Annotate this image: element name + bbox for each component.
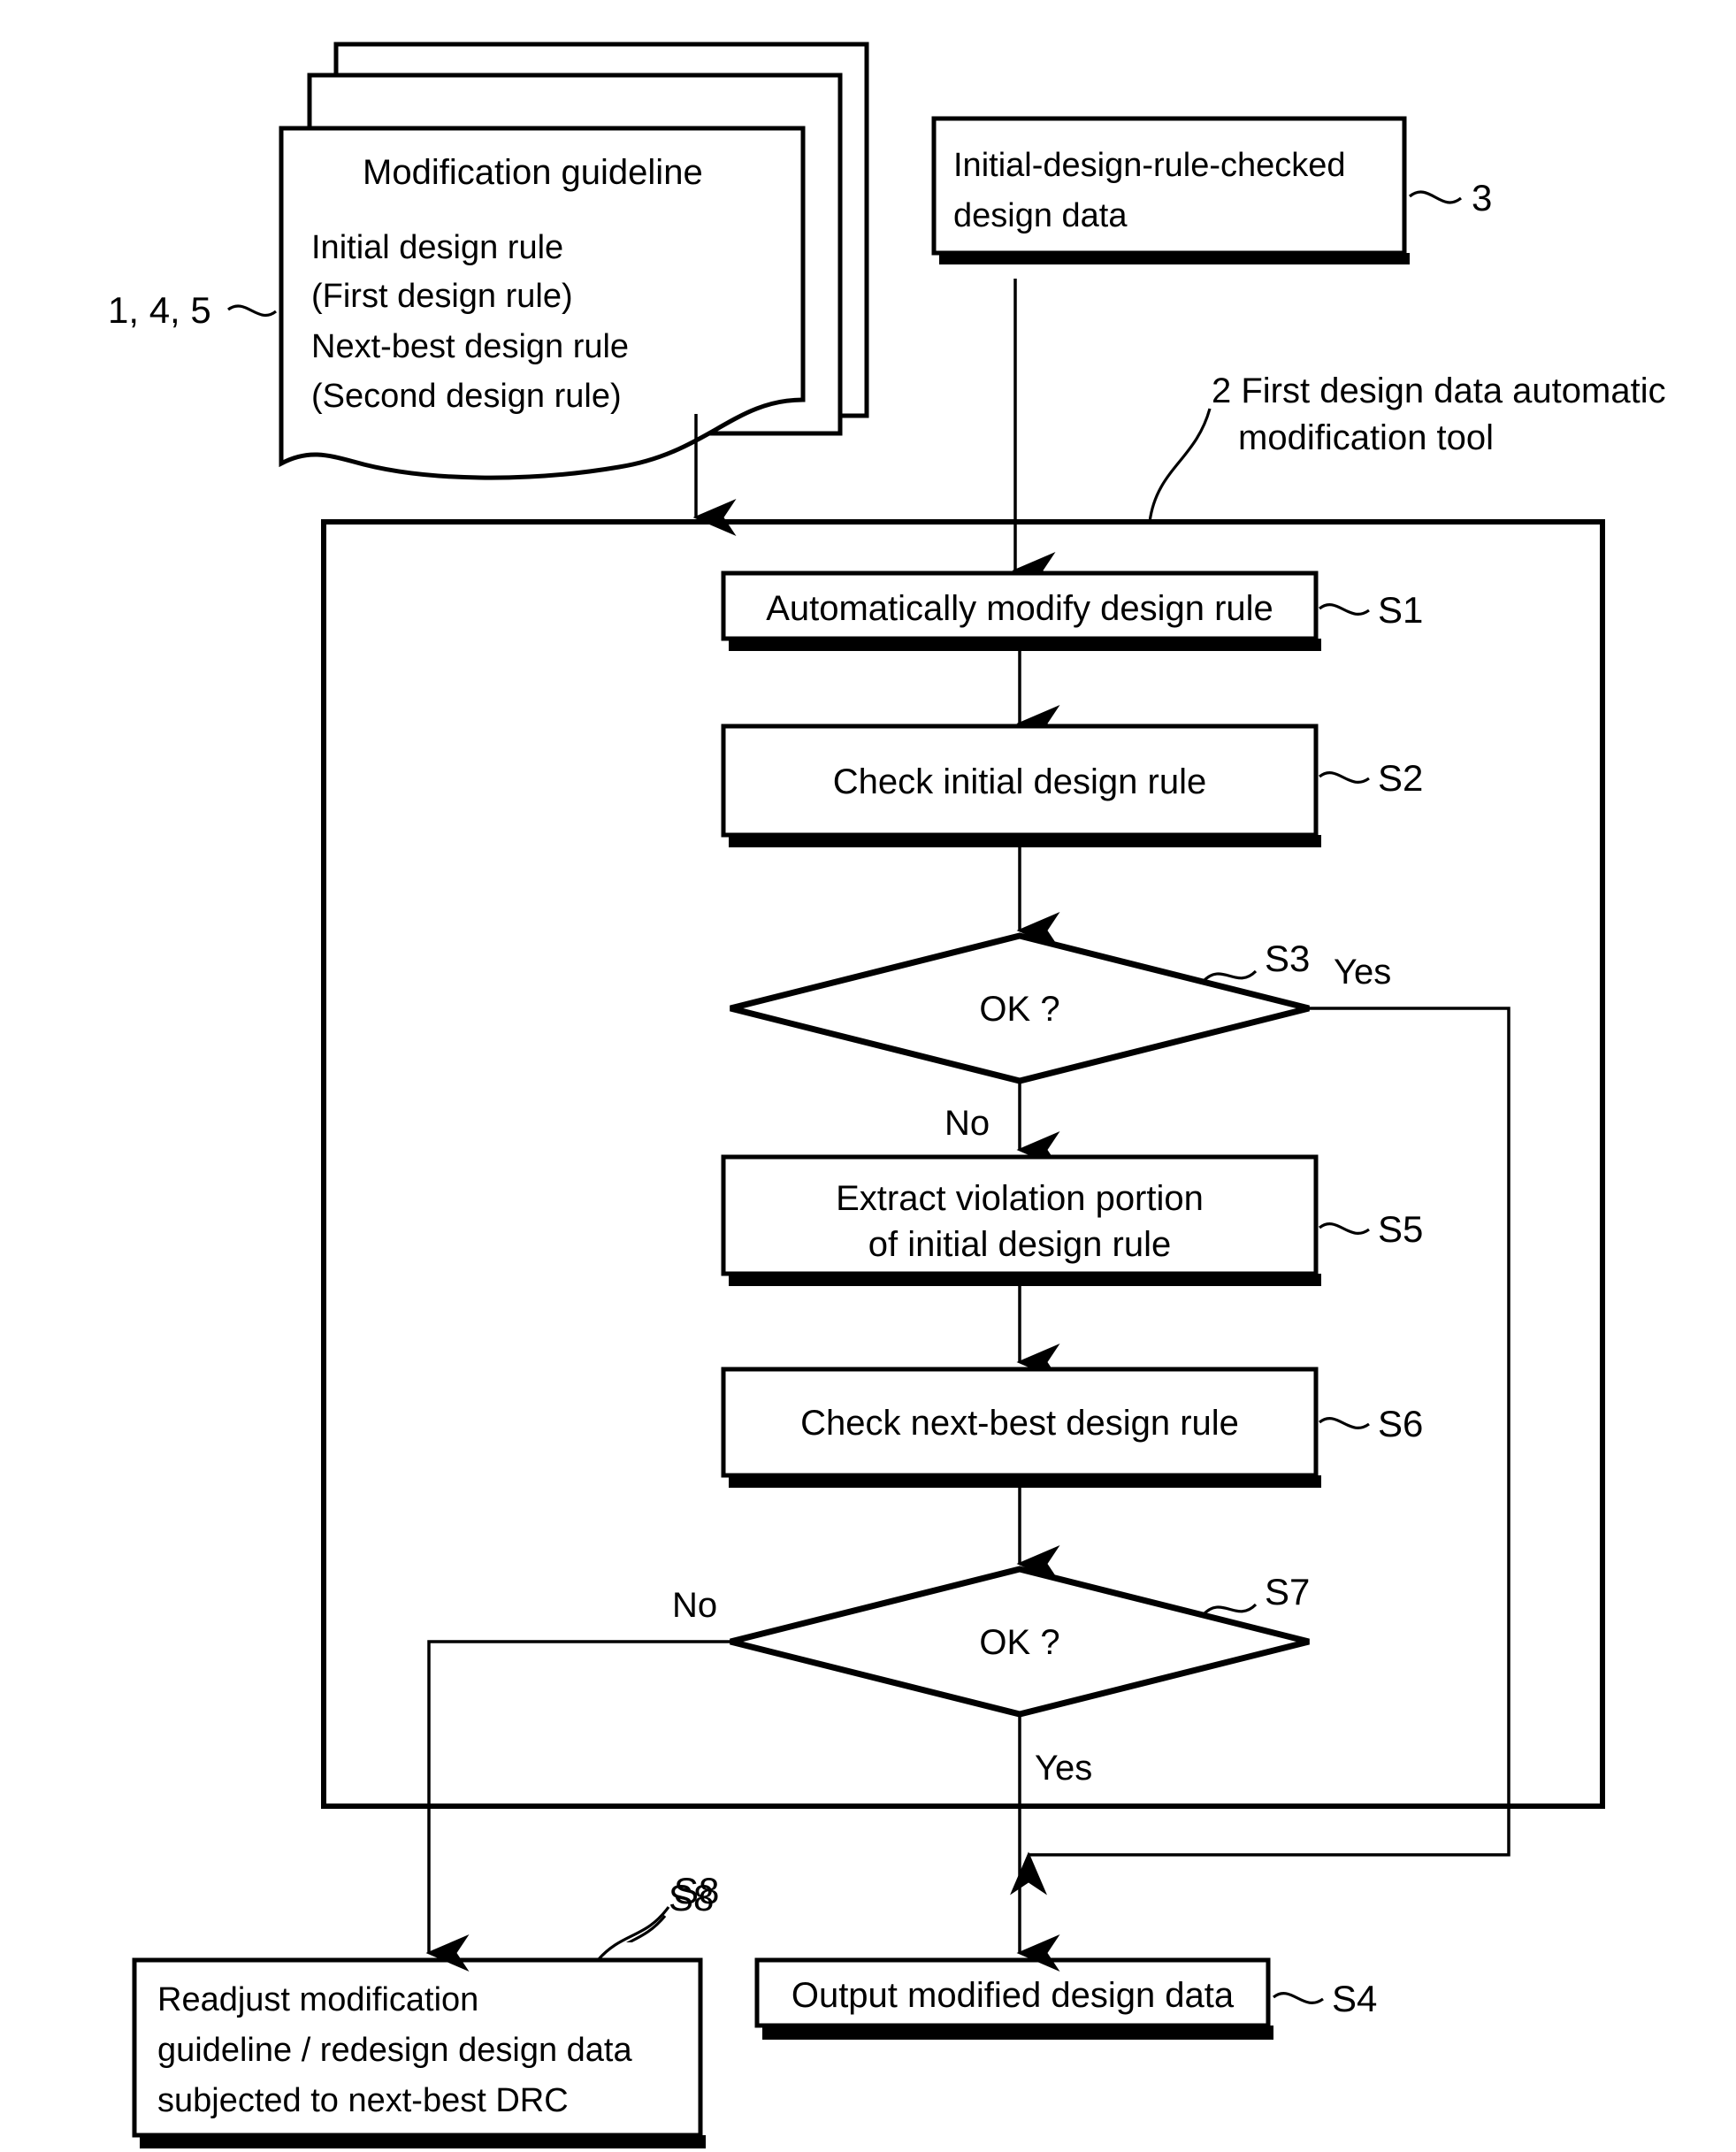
input-text-2: design data <box>953 197 1128 234</box>
input-ref-label: 3 <box>1472 177 1492 218</box>
input-box-layer: Initial-design-rule-checked design data … <box>911 97 1530 279</box>
patent-figure: 1, 4, 5 Modification guideline Initial d… <box>0 0 1736 2152</box>
input-text-1: Initial-design-rule-checked <box>953 147 1346 184</box>
